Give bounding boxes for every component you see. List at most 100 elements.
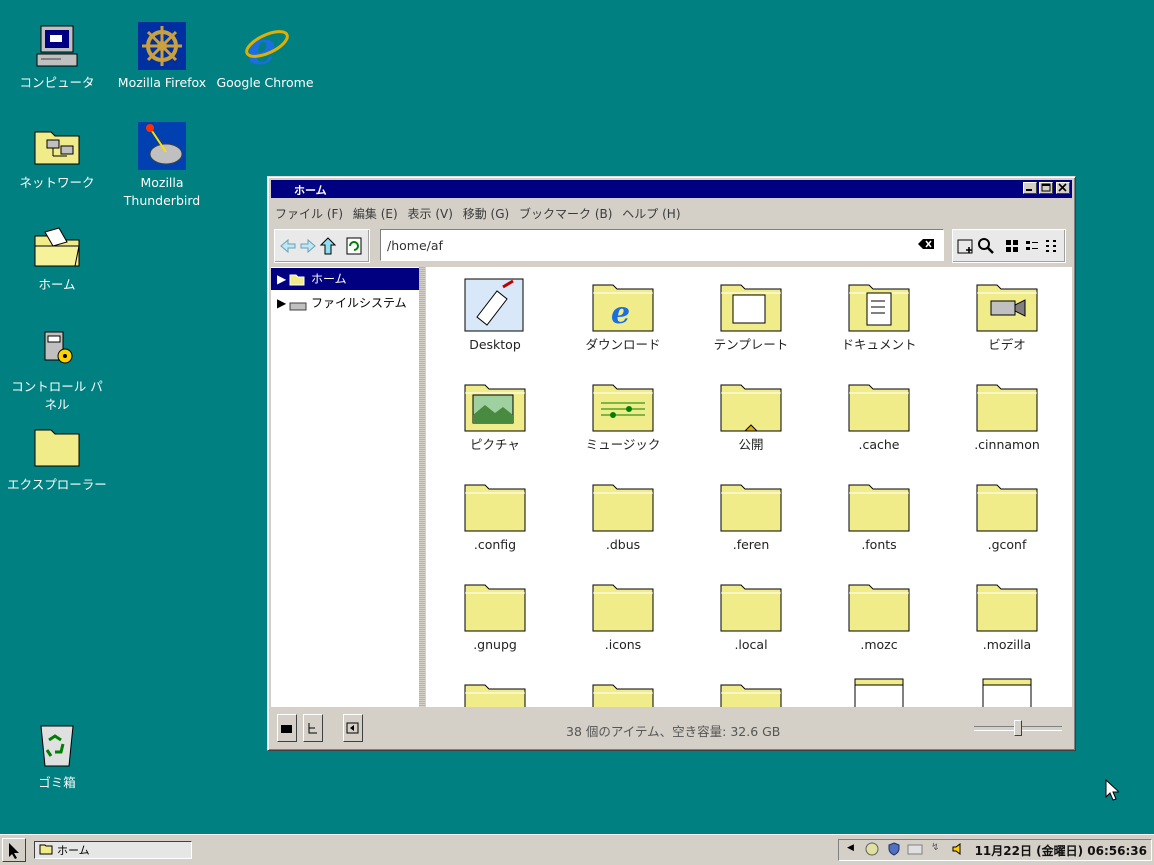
folder-icon: [719, 477, 783, 535]
up-arrow-icon[interactable]: [319, 237, 337, 255]
file-item[interactable]: 公開: [696, 377, 806, 453]
file-item[interactable]: Desktop: [440, 277, 550, 353]
minimize-button[interactable]: [1023, 182, 1037, 194]
keyboard-icon[interactable]: [907, 842, 923, 859]
toolbar: /home/af: [272, 225, 1071, 265]
file-name: .cache: [858, 437, 900, 452]
maximize-button[interactable]: [1039, 182, 1053, 194]
desktop-icon: [463, 277, 527, 335]
desktop-icon-explorer[interactable]: エクスプローラー: [7, 424, 107, 494]
pane-splitter[interactable]: [419, 267, 425, 707]
file-item[interactable]: .dbus: [568, 477, 678, 553]
folder-icon: [591, 477, 655, 535]
desktop-icon-label: コンピュータ: [19, 75, 95, 90]
pictures-folder-icon: [463, 377, 527, 435]
file-name: Desktop: [469, 337, 521, 352]
file-item[interactable]: .gconf: [952, 477, 1062, 553]
file-item[interactable]: ピクチャ: [440, 377, 550, 453]
list-view-icon[interactable]: [1023, 237, 1041, 255]
file-item[interactable]: e ダウンロード: [568, 277, 678, 353]
file-manager-window[interactable]: ホーム ファイル (F) 編集 (E) 表示 (V) 移動 (G) ブックマーク…: [267, 176, 1076, 751]
shield-icon[interactable]: [887, 842, 901, 859]
volume-icon[interactable]: [951, 842, 965, 859]
clear-location-icon[interactable]: [917, 238, 935, 253]
file-item[interactable]: .fonts: [824, 477, 934, 553]
system-tray: ◀ ↯ 11月22日 (金曜日) 06:56:36: [838, 839, 1152, 861]
file-item[interactable]: .config: [440, 477, 550, 553]
start-button[interactable]: [2, 838, 26, 862]
desktop-icon-home[interactable]: ホーム: [7, 224, 107, 294]
file-item[interactable]: ビデオ: [952, 277, 1062, 353]
file-item[interactable]: テンプレート: [696, 277, 806, 353]
menu-file[interactable]: ファイル (F): [272, 202, 346, 225]
folder-icon: [33, 424, 81, 472]
desktop-icon-label: エクスプローラー: [7, 477, 107, 492]
show-places-button[interactable]: [277, 714, 297, 742]
network-icon[interactable]: ↯: [931, 842, 939, 853]
folder-icon: [975, 477, 1039, 535]
desktop-icon-control-panel[interactable]: コントロール パネル: [7, 326, 107, 414]
file-name: .fonts: [861, 537, 897, 552]
sidebar-item-filesystem[interactable]: ▶ ファイルシステム: [271, 292, 419, 314]
file-name: ミュージック: [585, 437, 661, 452]
places-sidebar: ▶ ホーム ▶ ファイルシステム: [271, 267, 419, 707]
taskbar-window-button[interactable]: ホーム: [34, 841, 192, 859]
file-item-partial[interactable]: [440, 677, 550, 707]
window-title: ホーム: [294, 184, 327, 197]
file-item[interactable]: ミュージック: [568, 377, 678, 453]
folder-icon: [975, 377, 1039, 435]
file-item[interactable]: .mozc: [824, 577, 934, 653]
desktop-icon-chrome[interactable]: e Google Chrome: [215, 21, 315, 92]
file-item[interactable]: .mozilla: [952, 577, 1062, 653]
zoom-slider-thumb[interactable]: [1014, 720, 1022, 736]
sidebar-item-label: ホーム: [311, 272, 347, 286]
menu-view[interactable]: 表示 (V): [405, 202, 456, 225]
file-item[interactable]: .local: [696, 577, 806, 653]
desktop-icon-trash[interactable]: ゴミ箱: [7, 722, 107, 792]
file-item[interactable]: .cache: [824, 377, 934, 453]
desktop-icon-computer[interactable]: コンピュータ: [7, 22, 107, 92]
file-item[interactable]: .cinnamon: [952, 377, 1062, 453]
tray-collapse-icon[interactable]: ◀: [847, 843, 854, 853]
desktop-icon-thunderbird[interactable]: Mozilla Thunderbird: [112, 122, 212, 210]
clock[interactable]: 11月22日 (金曜日) 06:56:36: [975, 842, 1147, 859]
refresh-icon[interactable]: [345, 237, 363, 255]
search-icon[interactable]: [977, 237, 995, 255]
file-item-partial[interactable]: [824, 677, 934, 707]
file-item-partial[interactable]: [952, 677, 1062, 707]
show-tree-button[interactable]: [303, 714, 323, 742]
menu-bookmarks[interactable]: ブックマーク (B): [516, 202, 615, 225]
forward-arrow-icon[interactable]: [299, 237, 317, 255]
desktop-icon-firefox[interactable]: Mozilla Firefox: [112, 22, 212, 92]
sidebar-item-home[interactable]: ▶ ホーム: [271, 268, 419, 290]
menu-edit[interactable]: 編集 (E): [350, 202, 401, 225]
file-name: .mozc: [860, 637, 898, 652]
file-item-partial[interactable]: [568, 677, 678, 707]
icon-view-icon[interactable]: [1003, 237, 1021, 255]
expand-arrow-icon[interactable]: ▶: [277, 292, 286, 314]
back-arrow-icon[interactable]: [279, 237, 297, 255]
file-name: .config: [473, 537, 517, 552]
weather-icon[interactable]: [865, 842, 879, 859]
svg-text:e: e: [611, 296, 630, 331]
compact-view-icon[interactable]: [1043, 237, 1061, 255]
file-item[interactable]: .feren: [696, 477, 806, 553]
location-bar[interactable]: /home/af: [380, 229, 944, 261]
drive-icon: [289, 297, 307, 319]
menu-go[interactable]: 移動 (G): [460, 202, 512, 225]
close-button[interactable]: [1056, 182, 1070, 194]
desktop-icon-network[interactable]: ネットワーク: [7, 122, 107, 192]
hide-sidebar-button[interactable]: [343, 714, 363, 742]
new-folder-icon[interactable]: [957, 237, 975, 255]
menu-help[interactable]: ヘルプ (H): [619, 202, 683, 225]
file-item[interactable]: .icons: [568, 577, 678, 653]
document-icon: [975, 677, 1039, 707]
location-path[interactable]: /home/af: [387, 238, 443, 253]
file-item[interactable]: .gnupg: [440, 577, 550, 653]
title-bar[interactable]: ホーム: [271, 180, 1072, 198]
expand-arrow-icon[interactable]: ▶: [277, 268, 286, 290]
file-item-partial[interactable]: [696, 677, 806, 707]
zoom-slider[interactable]: [974, 720, 1062, 736]
file-item[interactable]: ドキュメント: [824, 277, 934, 353]
computer-icon: [33, 22, 81, 70]
